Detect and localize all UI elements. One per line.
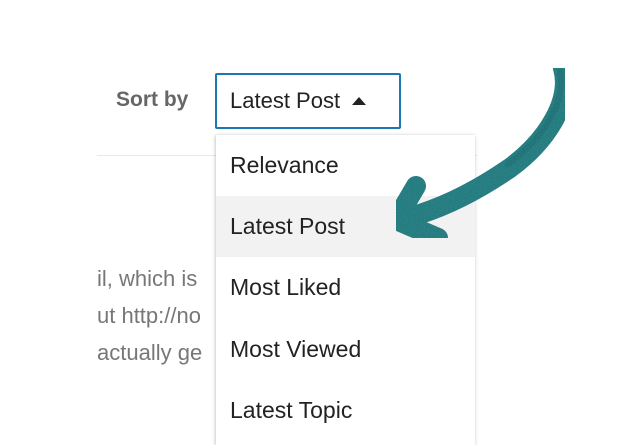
dropdown-option-latest-post[interactable]: Latest Post (216, 196, 475, 257)
post-text-line: il, which is (97, 266, 198, 291)
sort-by-label: Sort by (116, 88, 189, 111)
post-text-line: ut http://no (97, 303, 201, 328)
dropdown-option-latest-topic[interactable]: Latest Topic (216, 380, 475, 441)
sort-dropdown-menu: Relevance Latest Post Most Liked Most Vi… (216, 135, 475, 445)
sort-select[interactable]: Latest Post (215, 73, 401, 129)
dropdown-option-relevance[interactable]: Relevance (216, 135, 475, 196)
caret-up-icon (352, 97, 367, 105)
sort-select-value: Latest Post (230, 88, 341, 113)
post-text-line: actually ge (97, 340, 203, 365)
dropdown-option-most-liked[interactable]: Most Liked (216, 257, 475, 318)
dropdown-option-most-viewed[interactable]: Most Viewed (216, 319, 475, 380)
